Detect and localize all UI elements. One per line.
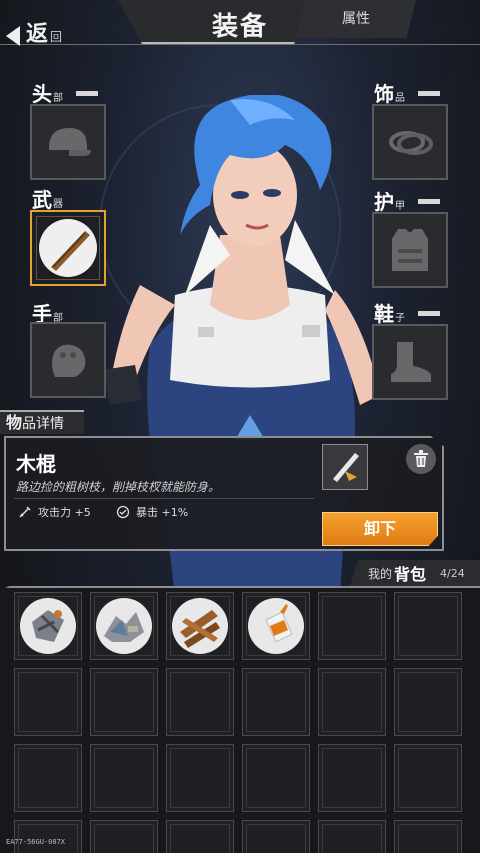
inventory-slot-empty[interactable] xyxy=(90,668,158,736)
stat-crit: 暴击 +1% xyxy=(116,504,188,520)
inventory-slot-4[interactable] xyxy=(242,592,310,660)
glue-bottle-icon xyxy=(265,604,293,643)
slot-shoes[interactable] xyxy=(372,324,448,400)
header-divider xyxy=(0,44,480,45)
crit-icon xyxy=(116,505,130,519)
item-description: 路边捡的粗树枝，削掉枝杈就能防身。 xyxy=(16,480,221,494)
detail-tab: 物品详情 xyxy=(0,410,84,434)
inventory-slot-empty[interactable] xyxy=(242,668,310,736)
stat-attack: 攻击力 +5 xyxy=(18,504,91,520)
slot-label-weapon: 武器 xyxy=(32,188,63,212)
backpack-count: 4/24 xyxy=(440,566,465,580)
header: 装备 返 回 属性 xyxy=(0,0,480,48)
inventory-slot-empty[interactable] xyxy=(90,820,158,853)
slot-label-hand: 手部 xyxy=(32,302,63,326)
slot-label-shoes: 鞋子 xyxy=(374,302,440,324)
inventory-slot-empty[interactable] xyxy=(166,668,234,736)
inventory-slot-empty[interactable] xyxy=(318,820,386,853)
wooden-stick-icon xyxy=(333,453,359,482)
inventory-slot-empty[interactable] xyxy=(14,668,82,736)
debris-pile-icon xyxy=(104,612,144,642)
inventory-slot-3[interactable] xyxy=(166,592,234,660)
inventory-slot-empty[interactable] xyxy=(318,668,386,736)
boot-icon xyxy=(391,342,431,382)
inventory-slot-empty[interactable] xyxy=(394,592,462,660)
detail-divider xyxy=(14,498,314,499)
back-label-big: 返 xyxy=(26,21,49,47)
inventory-slot-empty[interactable] xyxy=(242,744,310,812)
inventory-slot-1[interactable] xyxy=(14,592,82,660)
discard-button[interactable] xyxy=(406,444,436,474)
inventory-slot-empty[interactable] xyxy=(318,744,386,812)
trash-icon xyxy=(414,450,428,467)
vest-icon xyxy=(392,229,428,271)
backpack-grid xyxy=(14,592,462,853)
slot-label-accessory: 饰品 xyxy=(374,82,440,104)
inventory-slot-empty[interactable] xyxy=(166,820,234,853)
inventory-slot-2[interactable] xyxy=(90,592,158,660)
item-thumbnail xyxy=(322,444,368,490)
serial-code: EA77-56GU-087X xyxy=(6,838,66,846)
cap-icon xyxy=(49,128,91,156)
inventory-slot-empty[interactable] xyxy=(166,744,234,812)
weapon-icon-disc xyxy=(39,219,97,277)
item-detail-panel: 木棍 路边捡的粗树枝，削掉枝杈就能防身。 攻击力 +5 暴击 +1% 卸下 xyxy=(4,436,444,551)
slot-label-armor: 护甲 xyxy=(374,190,440,212)
unequip-button[interactable]: 卸下 xyxy=(322,512,438,546)
wooden-stick-icon xyxy=(51,231,90,271)
item-name: 木棍 xyxy=(16,452,56,476)
ring-icon xyxy=(389,131,433,155)
scrap-metal-icon xyxy=(32,610,64,642)
glove-icon xyxy=(52,344,86,377)
inventory-slot-empty[interactable] xyxy=(394,668,462,736)
inventory-slot-empty[interactable] xyxy=(242,820,310,853)
slot-accessory[interactable] xyxy=(372,104,448,180)
back-label-small: 回 xyxy=(50,30,63,44)
slot-weapon[interactable] xyxy=(30,210,106,286)
inventory-slot-empty[interactable] xyxy=(14,820,82,853)
inventory-slot-empty[interactable] xyxy=(394,744,462,812)
slot-label-head: 头部 xyxy=(32,82,98,104)
back-button[interactable]: 返 回 xyxy=(6,18,62,48)
wood-planks-icon xyxy=(180,610,220,648)
back-arrow-icon xyxy=(6,26,20,46)
slot-hand[interactable] xyxy=(30,322,106,398)
slot-head[interactable] xyxy=(30,104,106,180)
inventory-slot-empty[interactable] xyxy=(318,592,386,660)
inventory-slot-empty[interactable] xyxy=(90,744,158,812)
tab-attributes[interactable]: 属性 xyxy=(296,0,416,38)
backpack-tab: 我的 背包 4/24 xyxy=(350,560,480,586)
sword-icon xyxy=(19,506,31,518)
inventory-slot-empty[interactable] xyxy=(394,820,462,853)
slot-armor[interactable] xyxy=(372,212,448,288)
inventory-slot-empty[interactable] xyxy=(14,744,82,812)
